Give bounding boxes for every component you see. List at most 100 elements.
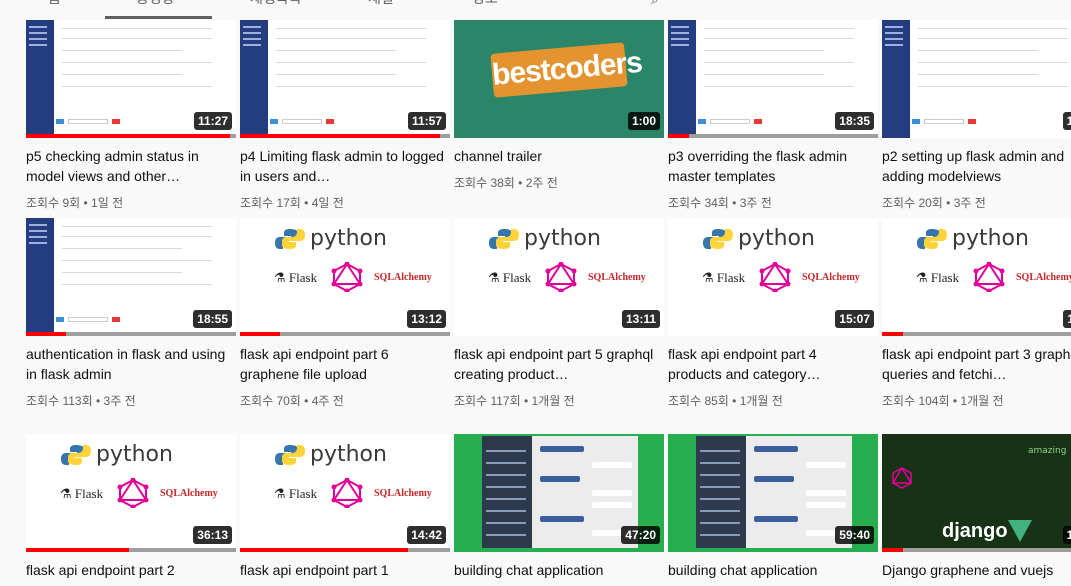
- bestcoders-wordmark: bestcoders: [490, 45, 644, 92]
- admin-sidebar: [668, 20, 696, 138]
- search-icon[interactable]: ⌕: [651, 0, 659, 8]
- video-title[interactable]: authentication in flask and using in fla…: [26, 344, 232, 384]
- video-title[interactable]: flask api endpoint part 2: [26, 560, 232, 580]
- video-thumbnail[interactable]: 18:55: [26, 218, 236, 336]
- video-title[interactable]: flask api endpoint part 3 graphql querie…: [882, 344, 1071, 384]
- video-thumbnail[interactable]: amazing django 14:: [882, 434, 1071, 552]
- video-title[interactable]: building chat application: [668, 560, 874, 580]
- tab-home[interactable]: 홈: [48, 0, 61, 14]
- video-meta: 조회수 20회 • 3주 전: [882, 194, 986, 211]
- admin-sidebar: [26, 20, 54, 138]
- video-thumbnail[interactable]: bestcoders 1:00: [454, 20, 664, 138]
- graphql-icon: [973, 262, 1005, 292]
- watch-progress-fill: [882, 548, 903, 552]
- form-line: [918, 38, 1068, 39]
- chat-bubble: [806, 502, 846, 508]
- view-count: 조회수 17회: [240, 196, 301, 210]
- video-thumbnail[interactable]: python ⚗ Flask SQLAlchemy 13:11: [454, 218, 664, 336]
- tab-channels[interactable]: 채널: [368, 0, 394, 14]
- form-line: [62, 38, 212, 39]
- form-line: [704, 86, 854, 87]
- view-count: 조회수 9회: [26, 196, 81, 210]
- form-line: [62, 226, 212, 227]
- form-line: [276, 74, 396, 75]
- video-title[interactable]: flask api endpoint part 6 graphene file …: [240, 344, 446, 384]
- video-title[interactable]: p2 setting up flask admin and adding mod…: [882, 146, 1071, 186]
- video-title[interactable]: channel trailer: [454, 146, 660, 166]
- video-thumbnail[interactable]: python ⚗ Flask SQLAlchemy 13:12: [240, 218, 450, 336]
- upload-age: 1일 전: [91, 196, 124, 210]
- video-thumbnail[interactable]: 11:27: [26, 20, 236, 138]
- tab-videos[interactable]: 동영상: [136, 0, 175, 14]
- form-line: [276, 38, 426, 39]
- chat-bubble: [806, 490, 846, 496]
- upload-age: 4주 전: [311, 394, 344, 408]
- chat-bubble: [754, 476, 794, 482]
- video-thumbnail[interactable]: 59:40: [668, 434, 878, 552]
- python-logo-icon: [703, 229, 733, 249]
- video-thumbnail[interactable]: 18:35: [668, 20, 878, 138]
- form-line: [276, 28, 426, 29]
- video-meta: 조회수 85회 • 1개월 전: [668, 392, 783, 409]
- video-title[interactable]: p5 checking admin status in model views …: [26, 146, 232, 186]
- video-title[interactable]: p4 Limiting flask admin to logged in use…: [240, 146, 446, 186]
- video-meta: 조회수 9회 • 1일 전: [26, 194, 123, 211]
- duration-badge: 13:11: [621, 310, 660, 328]
- form-line: [704, 38, 854, 39]
- video-meta: 조회수 70회 • 4주 전: [240, 392, 344, 409]
- chat-sidebar: [696, 436, 746, 548]
- form-line: [918, 86, 1068, 87]
- video-thumbnail[interactable]: 11:57: [240, 20, 450, 138]
- python-wordmark: python: [952, 226, 1029, 251]
- watch-progress: [240, 548, 450, 552]
- watch-progress-fill: [240, 134, 440, 138]
- duration-badge: 1:00: [627, 112, 660, 130]
- cancel-button-preview: [326, 119, 334, 124]
- form-line: [918, 28, 1068, 29]
- video-title[interactable]: flask api endpoint part 1: [240, 560, 446, 580]
- graphql-icon: [545, 262, 577, 292]
- view-count: 조회수 85회: [668, 394, 729, 408]
- video-title[interactable]: building chat application: [454, 560, 660, 580]
- tab-playlists[interactable]: 재생목록: [250, 0, 302, 14]
- video-thumbnail[interactable]: 47:20: [454, 434, 664, 552]
- upload-age: 1개월 전: [739, 394, 783, 408]
- channel-tabs: 홈 동영상 재생목록 채널 정보 ⌕: [0, 0, 1071, 20]
- duration-badge: 14:42: [407, 526, 446, 544]
- video-thumbnail[interactable]: 10:: [882, 20, 1071, 138]
- save-continue-preview: [282, 119, 322, 124]
- bestcoders-logo: bestcoders: [490, 42, 644, 98]
- view-count: 조회수 117회: [454, 394, 521, 408]
- video-thumbnail[interactable]: python ⚗ Flask SQLAlchemy 14:42: [240, 434, 450, 552]
- video-title[interactable]: flask api endpoint part 5 graphql creati…: [454, 344, 660, 384]
- graphql-icon: [891, 466, 913, 489]
- flask-logo: ⚗ Flask: [274, 486, 318, 501]
- tab-about[interactable]: 정보: [472, 0, 498, 14]
- duration-badge: 47:20: [621, 526, 660, 544]
- video-title[interactable]: p3 overriding the flask admin master tem…: [668, 146, 874, 186]
- watch-progress: [26, 548, 236, 552]
- view-count: 조회수 113회: [26, 394, 93, 408]
- video-title[interactable]: flask api endpoint part 4 products and c…: [668, 344, 874, 384]
- form-line: [62, 284, 212, 285]
- video-meta: 조회수 17회 • 4일 전: [240, 194, 344, 211]
- upload-age: 2주 전: [525, 176, 558, 190]
- save-button-preview: [698, 119, 706, 124]
- form-line: [62, 86, 212, 87]
- amazing-text: amazing: [1028, 446, 1067, 456]
- duration-badge: 18:35: [835, 112, 874, 130]
- graphql-icon: [759, 262, 791, 292]
- video-thumbnail[interactable]: python ⚗ Flask SQLAlchemy 15:07: [668, 218, 878, 336]
- video-thumbnail[interactable]: python ⚗ Flask SQLAlchemy 36:13: [26, 434, 236, 552]
- graphql-icon: [117, 478, 149, 508]
- sqlalchemy-logo: SQLAlchemy: [588, 272, 646, 283]
- python-wordmark: python: [310, 226, 387, 251]
- video-thumbnail[interactable]: python ⚗ Flask SQLAlchemy 11:: [882, 218, 1071, 336]
- chat-bubble: [592, 490, 632, 496]
- watch-progress-fill: [26, 134, 230, 138]
- meta-separator: •: [949, 394, 961, 408]
- video-title[interactable]: Django graphene and vuejs: [882, 560, 1071, 580]
- flask-logo: ⚗ Flask: [702, 270, 746, 285]
- form-line: [704, 62, 854, 63]
- watch-progress-fill: [240, 548, 408, 552]
